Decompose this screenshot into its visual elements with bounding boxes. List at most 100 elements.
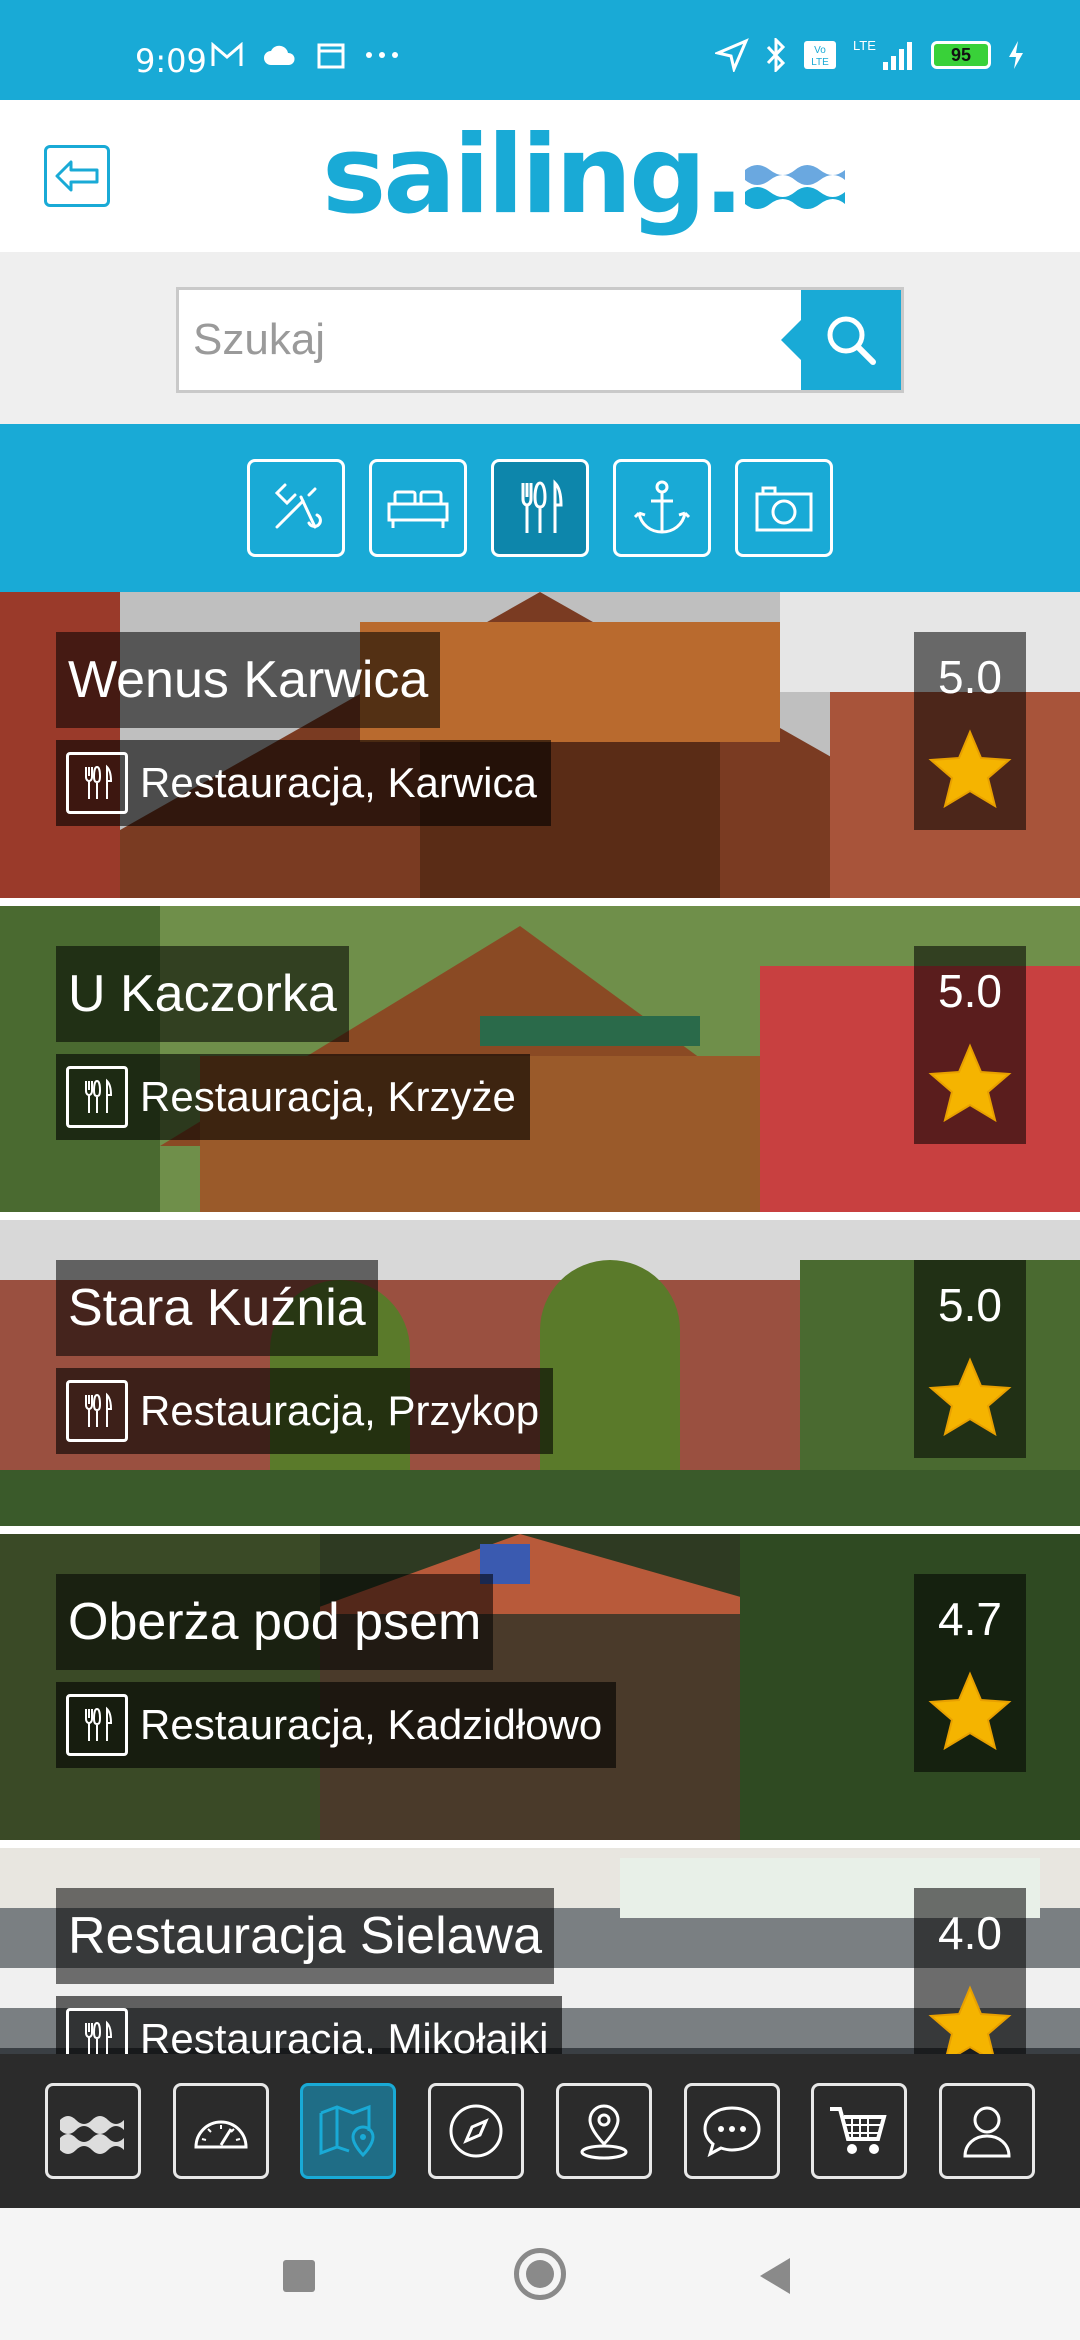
back-arrow-icon [55, 160, 99, 192]
rating-badge: 5.0 [914, 1260, 1026, 1458]
category-marinas[interactable] [613, 459, 711, 557]
rating-value: 5.0 [938, 651, 1002, 703]
rating-value: 4.0 [938, 1907, 1002, 1959]
bed-icon [387, 490, 449, 528]
camera-icon [755, 486, 813, 532]
cloud-icon [264, 45, 295, 65]
rating-badge: 4.0 [914, 1888, 1026, 2054]
nav-location[interactable] [555, 2083, 652, 2179]
app-bar: sailing. [0, 100, 1080, 252]
search-button[interactable] [781, 290, 901, 390]
place-subtitle: Restauracja, Przykop [56, 1368, 554, 1454]
home-button[interactable] [514, 2248, 566, 2300]
star-icon [928, 1985, 1012, 2054]
cutlery-icon [66, 752, 128, 814]
logo-waves-icon [745, 165, 846, 209]
status-time: 9:09 [135, 42, 207, 80]
list-item[interactable]: Stara Kuźnia Restauracja, Przykop 5.0 [0, 1220, 1080, 1526]
place-category-location: Restauracja, Przykop [140, 1387, 540, 1434]
recents-button[interactable] [283, 2260, 315, 2292]
cutlery-icon [66, 2008, 128, 2054]
place-category-location: Restauracja, Karwica [140, 759, 537, 806]
status-right-icons: Vo LTE LTE 95 [715, 38, 1025, 72]
anchor-icon [633, 480, 691, 534]
rating-value: 5.0 [938, 1279, 1002, 1331]
svg-text:LTE: LTE [811, 57, 829, 68]
charging-icon [1009, 41, 1023, 69]
location-icon [580, 2104, 628, 2160]
battery-level: 95 [950, 44, 972, 65]
place-name: Stara Kuźnia [56, 1260, 378, 1356]
waves-icon [60, 2116, 124, 2154]
search-box [176, 287, 904, 393]
volte-icon: VoLTE [804, 41, 836, 69]
signal-icon: LTE [853, 38, 912, 70]
star-icon [928, 1671, 1012, 1751]
battery-indicator: 95 [931, 41, 991, 69]
place-subtitle: Restauracja, Mikołajki [56, 1996, 563, 2054]
back-button[interactable] [44, 145, 110, 207]
compass-icon [449, 2104, 503, 2158]
navigation-icon [715, 38, 749, 72]
mail-icon [211, 42, 243, 66]
logo-text: sailing. [322, 112, 744, 238]
search-input[interactable] [193, 310, 753, 370]
chat-icon [703, 2106, 761, 2158]
system-back-button[interactable] [760, 2258, 790, 2294]
calendar-icon [317, 43, 345, 69]
tools-icon [274, 483, 322, 529]
cutlery-icon [66, 1694, 128, 1756]
cutlery-icon [66, 1066, 128, 1128]
place-category-location: Restauracja, Mikołajki [140, 2015, 549, 2054]
rating-value: 5.0 [938, 965, 1002, 1017]
category-attractions[interactable] [735, 459, 833, 557]
rating-badge: 5.0 [914, 632, 1026, 830]
bottom-nav [0, 2054, 1080, 2208]
rating-badge: 4.7 [914, 1574, 1026, 1772]
bluetooth-icon [766, 38, 786, 72]
category-bar [0, 424, 1080, 592]
nav-chat[interactable] [683, 2083, 780, 2179]
nav-compass[interactable] [428, 2083, 525, 2179]
speedometer-icon [194, 2120, 248, 2149]
map-pin-icon [319, 2104, 375, 2158]
search-icon [827, 316, 876, 365]
rating-badge: 5.0 [914, 946, 1026, 1144]
more-icon [366, 52, 398, 58]
search-bar [0, 252, 1080, 424]
nav-cart[interactable] [811, 2083, 908, 2179]
cart-icon [830, 2107, 887, 2154]
list-item[interactable]: Restauracja Sielawa Restauracja, Mikołaj… [0, 1848, 1080, 2054]
places-list[interactable]: Wenus Karwica Restauracja, Karwica 5.0 U… [0, 592, 1080, 2054]
rating-value: 4.7 [938, 1593, 1002, 1645]
star-icon [928, 1357, 1012, 1437]
place-name: U Kaczorka [56, 946, 349, 1042]
place-name: Oberża pod psem [56, 1574, 494, 1670]
list-item[interactable]: Oberża pod psem Restauracja, Kadzidłowo … [0, 1534, 1080, 1840]
nav-map[interactable] [300, 2083, 397, 2179]
place-subtitle: Restauracja, Kadzidłowo [56, 1682, 617, 1768]
star-icon [928, 729, 1012, 809]
svg-text:LTE: LTE [853, 38, 876, 53]
nav-speed[interactable] [172, 2083, 269, 2179]
category-services[interactable] [247, 459, 345, 557]
cutlery-icon [66, 1380, 128, 1442]
star-icon [928, 1043, 1012, 1123]
place-subtitle: Restauracja, Krzyże [56, 1054, 530, 1140]
category-restaurants[interactable] [491, 459, 589, 557]
place-subtitle: Restauracja, Karwica [56, 740, 551, 826]
status-bar: 9:09 Vo LTE LTE 95 [0, 0, 1080, 100]
cutlery-icon [521, 479, 563, 533]
place-category-location: Restauracja, Krzyże [140, 1073, 516, 1120]
user-icon [963, 2106, 1011, 2158]
nav-waves[interactable] [45, 2083, 141, 2179]
list-item[interactable]: Wenus Karwica Restauracja, Karwica 5.0 [0, 592, 1080, 898]
place-name: Restauracja Sielawa [56, 1888, 555, 1984]
status-left-icons [210, 40, 400, 70]
nav-profile[interactable] [938, 2083, 1035, 2179]
system-nav-bar [0, 2208, 1080, 2340]
sailing-logo: sailing. [322, 113, 846, 238]
list-item[interactable]: U Kaczorka Restauracja, Krzyże 5.0 [0, 906, 1080, 1212]
svg-text:Vo: Vo [814, 45, 826, 56]
category-accommodation[interactable] [369, 459, 467, 557]
